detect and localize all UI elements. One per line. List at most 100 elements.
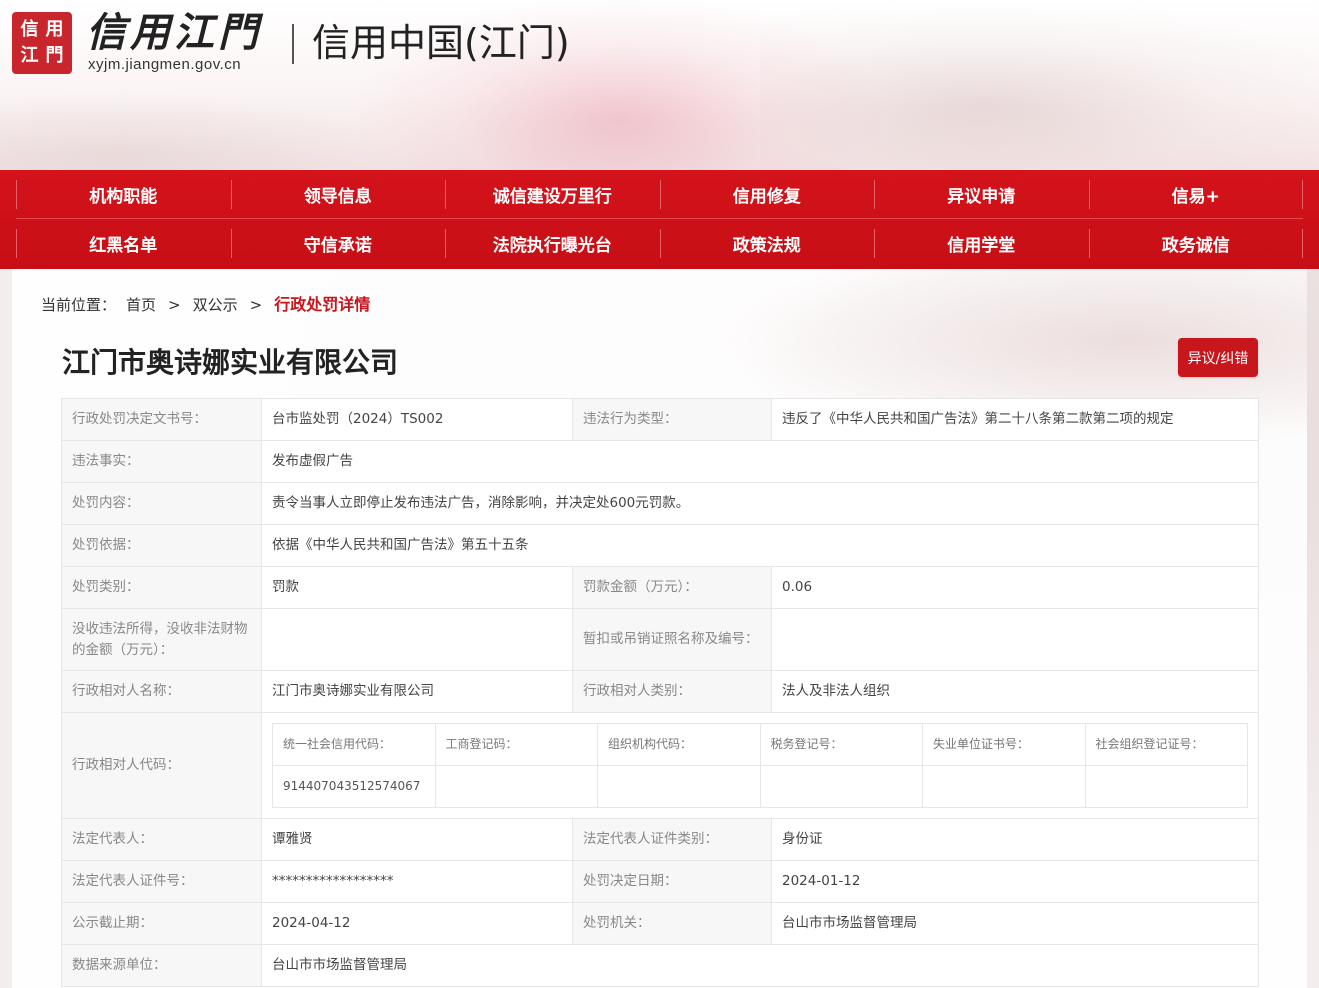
field-value: 统一社会信用代码： 工商登记码： 组织机构代码： 税务登记号： 失业单位证书号：… xyxy=(261,712,1259,819)
nav-item-pledge[interactable]: 守信承诺 xyxy=(230,219,446,268)
field-label: 没收违法所得，没收非法财物的金额（万元）： xyxy=(61,608,262,671)
breadcrumb-label: 当前位置： xyxy=(41,296,117,314)
objection-button[interactable]: 异议/纠错 xyxy=(1178,338,1258,377)
code-header: 社会组织登记证号： xyxy=(1084,723,1248,766)
nav-item-leaders[interactable]: 领导信息 xyxy=(230,170,446,218)
field-label: 处罚机关： xyxy=(572,902,772,945)
field-label: 暂扣或吊销证照名称及编号： xyxy=(572,608,772,671)
field-value: 江门市奥诗娜实业有限公司 xyxy=(261,670,573,713)
field-value: 台山市市场监督管理局 xyxy=(771,902,1259,945)
seal-char: 用 xyxy=(45,19,64,40)
field-value xyxy=(261,608,573,671)
field-label: 违法事实： xyxy=(61,440,262,483)
field-value: 罚款 xyxy=(261,566,573,609)
table-row: 行政相对人代码： 统一社会信用代码： 工商登记码： 组织机构代码： 税务登记号：… xyxy=(61,712,1259,819)
nav-item-objection[interactable]: 异议申请 xyxy=(874,170,1089,218)
seal-char: 門 xyxy=(45,45,64,66)
breadcrumb-separator: > xyxy=(249,296,263,314)
party-codes-table: 统一社会信用代码： 工商登记码： 组织机构代码： 税务登记号： 失业单位证书号：… xyxy=(272,723,1248,808)
nav-item-integrity-campaign[interactable]: 诚信建设万里行 xyxy=(445,170,660,218)
code-header: 税务登记号： xyxy=(759,723,923,766)
nav-item-policies[interactable]: 政策法规 xyxy=(659,219,875,268)
table-row: 处罚依据： 依据《中华人民共和国广告法》第五十五条 xyxy=(61,524,1259,567)
nav-item-credit-plus[interactable]: 信易+ xyxy=(1088,170,1304,218)
table-row: 违法事实： 发布虚假广告 xyxy=(61,440,1259,483)
field-value: 发布虚假广告 xyxy=(261,440,1259,483)
code-header: 组织机构代码： xyxy=(597,723,761,766)
logo-text[interactable]: 信用江門 xyxy=(86,10,262,56)
field-label: 公示截止期： xyxy=(61,902,262,945)
logo-seal-icon[interactable]: 信 用 江 門 xyxy=(12,12,72,74)
content-panel: 当前位置： 首页 > 双公示 > 行政处罚详情 江门市奥诗娜实业有限公司 异议/… xyxy=(12,269,1307,988)
field-label: 法定代表人证件类别： xyxy=(572,818,772,861)
field-label: 违法行为类型： xyxy=(572,398,772,441)
nav-item-org-functions[interactable]: 机构职能 xyxy=(16,170,231,218)
field-value: 法人及非法人组织 xyxy=(771,670,1259,713)
field-label: 处罚依据： xyxy=(61,524,262,567)
nav-row: 红黑名单 守信承诺 法院执行曝光台 政策法规 信用学堂 政务诚信 xyxy=(16,219,1303,268)
nav-item-court-exposure[interactable]: 法院执行曝光台 xyxy=(445,219,660,268)
code-header: 失业单位证书号： xyxy=(922,723,1086,766)
field-label: 法定代表人： xyxy=(61,818,262,861)
field-label: 处罚内容： xyxy=(61,482,262,525)
field-label: 罚款金额（万元）： xyxy=(572,566,772,609)
field-value: 台市监处罚（2024）TS002 xyxy=(261,398,573,441)
code-value xyxy=(434,765,598,808)
field-value: 2024-01-12 xyxy=(771,860,1259,903)
nav-item-gov-integrity[interactable]: 政务诚信 xyxy=(1088,219,1304,268)
field-label: 数据来源单位： xyxy=(61,944,262,987)
breadcrumb: 当前位置： 首页 > 双公示 > 行政处罚详情 xyxy=(41,291,370,315)
field-label: 处罚类别： xyxy=(61,566,262,609)
field-value: 依据《中华人民共和国广告法》第五十五条 xyxy=(261,524,1259,567)
field-value: 谭雅贤 xyxy=(261,818,573,861)
field-value: 台山市市场监督管理局 xyxy=(261,944,1259,987)
logo-divider xyxy=(292,24,294,64)
table-row: 法定代表人： 谭雅贤 法定代表人证件类别： 身份证 xyxy=(61,818,1259,861)
seal-char: 江 xyxy=(20,45,39,66)
breadcrumb-current: 行政处罚详情 xyxy=(274,295,371,314)
field-label: 法定代表人证件号： xyxy=(61,860,262,903)
field-value: 违反了《中华人民共和国广告法》第二十八条第二款第二项的规定 xyxy=(771,398,1259,441)
field-value: 0.06 xyxy=(771,566,1259,609)
table-row: 公示截止期： 2024-04-12 处罚机关： 台山市市场监督管理局 xyxy=(61,902,1259,945)
field-label: 处罚决定日期： xyxy=(572,860,772,903)
code-value xyxy=(597,765,761,808)
table-row: 处罚类别： 罚款 罚款金额（万元）： 0.06 xyxy=(61,566,1259,609)
page-title: 江门市奥诗娜实业有限公司 xyxy=(62,346,399,379)
table-row: 行政相对人名称： 江门市奥诗娜实业有限公司 行政相对人类别： 法人及非法人组织 xyxy=(61,670,1259,713)
nav-item-credit-school[interactable]: 信用学堂 xyxy=(874,219,1089,268)
penalty-details-table: 行政处罚决定文书号： 台市监处罚（2024）TS002 违法行为类型： 违反了《… xyxy=(61,398,1259,987)
code-value xyxy=(922,765,1086,808)
table-row: 没收违法所得，没收非法财物的金额（万元）： 暂扣或吊销证照名称及编号： xyxy=(61,608,1259,671)
breadcrumb-section[interactable]: 双公示 xyxy=(193,294,238,315)
breadcrumb-home[interactable]: 首页 xyxy=(126,294,156,315)
table-row: 法定代表人证件号： ****************** 处罚决定日期： 202… xyxy=(61,860,1259,903)
field-value: ****************** xyxy=(261,860,573,903)
field-label: 行政相对人代码： xyxy=(61,712,262,819)
table-row: 统一社会信用代码： 工商登记码： 组织机构代码： 税务登记号： 失业单位证书号：… xyxy=(272,723,1248,766)
table-row: 行政处罚决定文书号： 台市监处罚（2024）TS002 违法行为类型： 违反了《… xyxy=(61,398,1259,441)
nav-row: 机构职能 领导信息 诚信建设万里行 信用修复 异议申请 信易+ xyxy=(16,170,1303,219)
code-value: 914407043512574067 xyxy=(272,765,436,808)
main-nav: 机构职能 领导信息 诚信建设万里行 信用修复 异议申请 信易+ 红黑名单 守信承… xyxy=(0,170,1319,269)
table-row: 数据来源单位： 台山市市场监督管理局 xyxy=(61,944,1259,987)
field-value xyxy=(771,608,1259,671)
site-title: 信用中国(江门) xyxy=(312,21,570,65)
field-value: 2024-04-12 xyxy=(261,902,573,945)
field-label: 行政相对人名称： xyxy=(61,670,262,713)
header-art-left xyxy=(0,90,400,170)
code-header: 工商登记码： xyxy=(434,723,598,766)
field-value: 身份证 xyxy=(771,818,1259,861)
header-art-building xyxy=(760,10,1319,170)
code-value xyxy=(759,765,923,808)
nav-item-red-black-list[interactable]: 红黑名单 xyxy=(16,219,231,268)
field-value: 责令当事人立即停止发布违法广告，消除影响，并决定处600元罚款。 xyxy=(261,482,1259,525)
table-row: 处罚内容： 责令当事人立即停止发布违法广告，消除影响，并决定处600元罚款。 xyxy=(61,482,1259,525)
table-row: 914407043512574067 xyxy=(272,765,1248,808)
seal-char: 信 xyxy=(20,19,39,40)
field-label: 行政处罚决定文书号： xyxy=(61,398,262,441)
site-header: 信 用 江 門 信用江門 xyjm.jiangmen.gov.cn 信用中国(江… xyxy=(0,0,1319,170)
field-label: 行政相对人类别： xyxy=(572,670,772,713)
code-header: 统一社会信用代码： xyxy=(272,723,436,766)
nav-item-credit-repair[interactable]: 信用修复 xyxy=(659,170,875,218)
